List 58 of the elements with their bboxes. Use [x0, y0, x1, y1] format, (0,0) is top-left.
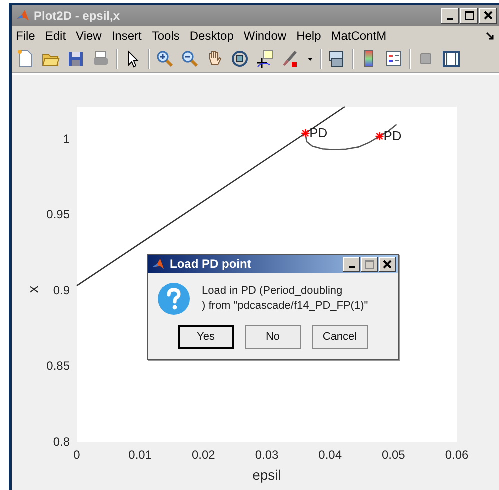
x-tick-label: 0.04	[318, 448, 342, 462]
maximize-icon	[365, 260, 374, 268]
x-tick-label: 0.01	[128, 448, 152, 462]
matlab-logo-icon	[152, 258, 165, 270]
minimize-icon	[348, 266, 354, 268]
minimize-button[interactable]	[441, 8, 459, 24]
maximize-button[interactable]	[361, 256, 378, 272]
maximize-button[interactable]	[460, 8, 478, 24]
dialog-button[interactable]: Yes	[178, 325, 234, 349]
x-tick-label: 0.05	[382, 448, 406, 462]
y-tick-label: 0.85	[46, 359, 70, 374]
menu-item[interactable]: Window	[244, 29, 287, 43]
menu-item[interactable]: View	[76, 29, 102, 43]
x-tick-label: 0	[74, 448, 80, 462]
minimize-button[interactable]	[343, 256, 360, 272]
close-icon	[383, 260, 392, 268]
legend-icon[interactable]	[384, 49, 404, 69]
dialog-button[interactable]: No	[245, 325, 301, 349]
matlab-logo-icon	[16, 8, 30, 22]
close-button[interactable]	[479, 8, 497, 24]
minimize-icon	[447, 18, 453, 20]
close-button[interactable]	[379, 256, 396, 272]
menu-item[interactable]: Edit	[45, 29, 66, 43]
question-icon	[158, 283, 190, 315]
save-icon[interactable]	[66, 49, 86, 69]
menu-item[interactable]: Insert	[112, 29, 142, 43]
y-tick-label: 0.8	[53, 435, 70, 449]
dialog-title: Load PD point	[170, 257, 252, 271]
point-label: PD	[384, 128, 402, 144]
show-tools-icon[interactable]	[441, 49, 461, 69]
menu-item[interactable]: MatContM	[331, 29, 387, 43]
point-label: PD	[310, 126, 328, 141]
star-marker	[376, 132, 384, 141]
maximize-icon	[464, 11, 474, 20]
x-tick-label: 0.03	[255, 448, 279, 462]
message-text: Load in PD (Period_doubling	[202, 284, 344, 299]
zoom-out-icon[interactable]	[180, 49, 200, 69]
brush-icon[interactable]	[280, 49, 300, 69]
x-tick-label: 0.06	[445, 448, 469, 462]
rotate-icon[interactable]	[230, 49, 250, 69]
data-cursor-icon[interactable]	[255, 49, 275, 69]
zoom-in-icon[interactable]	[155, 49, 175, 69]
x-tick-label: 0.02	[192, 448, 216, 462]
close-icon	[484, 11, 492, 20]
star-marker	[302, 130, 310, 138]
message-text: ) from "pdcascade/f14_PD_FP(1)"	[202, 299, 368, 314]
window-title: Plot2D - epsil,x	[34, 8, 122, 22]
menu-item[interactable]: Tools	[152, 29, 180, 43]
dialog-button[interactable]: Cancel	[312, 325, 368, 349]
y-tick-label: 0.9	[53, 283, 70, 298]
dock-arrow-icon[interactable]	[486, 32, 495, 40]
menu-item[interactable]: Desktop	[190, 29, 234, 43]
x-axis-label: epsil	[252, 467, 282, 483]
y-tick-label: 0.95	[46, 208, 70, 222]
y-tick-label: 1	[63, 132, 70, 146]
y-axis-label: x	[25, 286, 41, 293]
menu-item[interactable]: File	[16, 29, 36, 43]
menu-item[interactable]: Help	[296, 29, 322, 43]
